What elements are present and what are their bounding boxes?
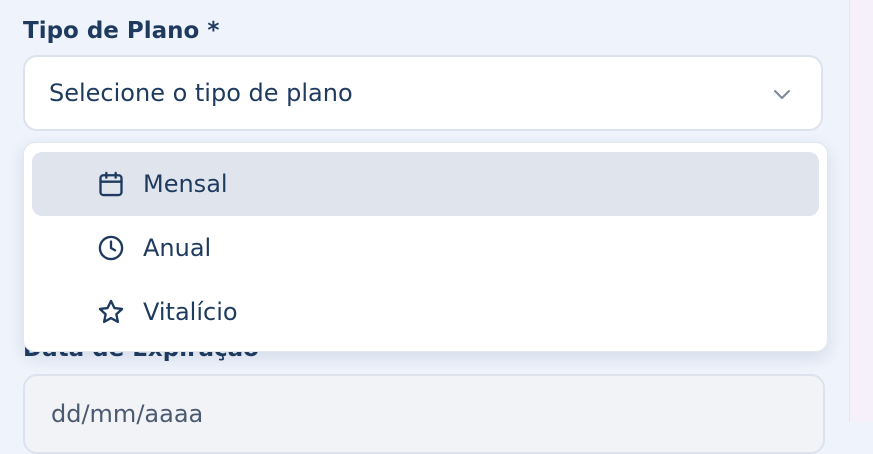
option-vitalicio[interactable]: Vitalício — [32, 280, 819, 344]
plan-type-select[interactable]: Selecione o tipo de plano — [23, 55, 823, 131]
option-label: Vitalício — [143, 298, 238, 326]
clock-icon — [96, 233, 126, 263]
side-panel — [849, 0, 873, 422]
plan-type-dropdown: Mensal Anual Vitalício — [23, 142, 828, 352]
option-label: Mensal — [143, 170, 228, 198]
plan-type-select-value: Selecione o tipo de plano — [49, 79, 353, 107]
chevron-down-icon — [771, 83, 793, 105]
option-label: Anual — [143, 234, 212, 262]
calendar-icon — [96, 169, 126, 199]
option-mensal[interactable]: Mensal — [32, 152, 819, 216]
option-anual[interactable]: Anual — [32, 216, 819, 280]
expiration-date-input[interactable]: dd/mm/aaaa — [23, 374, 825, 454]
plan-type-label: Tipo de Plano * — [23, 18, 220, 44]
star-icon — [96, 297, 126, 327]
